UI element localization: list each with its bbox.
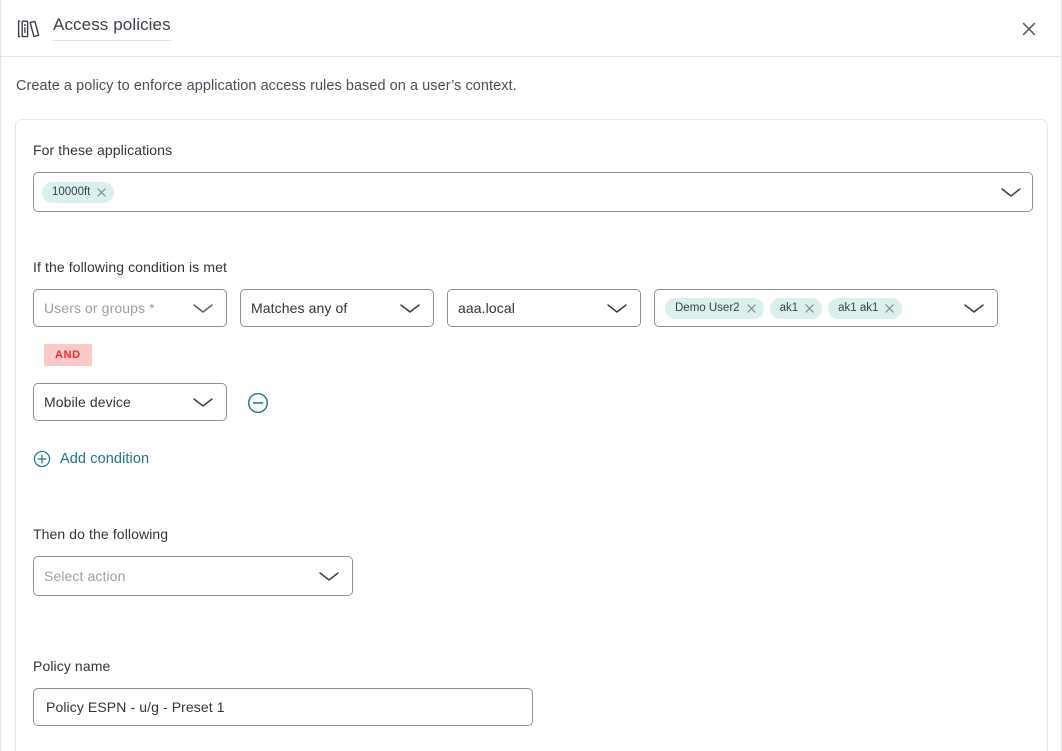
- chevron-down-icon[interactable]: [190, 395, 216, 409]
- condition-conjunction-badge: AND: [44, 344, 92, 366]
- panel-header: Access policies: [1, 0, 1061, 57]
- condition-source-select[interactable]: aaa.local: [447, 289, 641, 327]
- condition-row-1: Users or groups * Matches any of aaa.loc…: [33, 289, 1030, 327]
- plus-circle-icon: [33, 450, 51, 468]
- policy-name-label: Policy name: [33, 658, 1030, 674]
- condition-operator-value: Matches any of: [251, 300, 389, 316]
- chip-user: Demo User2: [665, 298, 764, 319]
- condition-source-value: aaa.local: [458, 300, 596, 316]
- books-icon: [16, 16, 42, 42]
- chip-label: ak1: [780, 302, 799, 314]
- chip-label: Demo User2: [675, 302, 740, 314]
- chevron-down-icon[interactable]: [397, 301, 423, 315]
- action-select[interactable]: Select action: [33, 556, 353, 596]
- action-value: Select action: [44, 568, 308, 584]
- add-condition-button[interactable]: Add condition: [33, 450, 149, 468]
- action-label: Then do the following: [33, 526, 1030, 542]
- chip-application: 10000ft: [42, 182, 114, 203]
- chip-user: ak1: [770, 298, 823, 319]
- chip-remove-icon[interactable]: [747, 304, 756, 313]
- add-condition-label: Add condition: [60, 451, 149, 467]
- chevron-down-icon[interactable]: [316, 569, 342, 583]
- policy-form-card: For these applications 10000ft If the fo…: [15, 119, 1048, 751]
- chip-remove-icon[interactable]: [97, 188, 106, 197]
- chip-remove-icon[interactable]: [885, 304, 894, 313]
- chip-label: ak1 ak1: [838, 302, 878, 314]
- chevron-down-icon[interactable]: [961, 301, 987, 315]
- applications-chip-list: 10000ft: [42, 182, 990, 203]
- page-title: Access policies: [53, 15, 171, 40]
- header-left: Access policies: [16, 15, 171, 42]
- minus-circle-icon[interactable]: [247, 392, 269, 414]
- panel-description: Create a policy to enforce application a…: [1, 57, 1061, 94]
- chevron-down-icon[interactable]: [190, 301, 216, 315]
- chip-label: 10000ft: [52, 186, 90, 198]
- access-policies-panel: Access policies Create a policy to enfor…: [0, 0, 1062, 751]
- condition-device-select[interactable]: Mobile device: [33, 383, 227, 421]
- condition-label: If the following condition is met: [33, 259, 1030, 275]
- chevron-down-icon[interactable]: [604, 301, 630, 315]
- chip-remove-icon[interactable]: [805, 304, 814, 313]
- chip-user: ak1 ak1: [828, 298, 902, 319]
- condition-subject-select[interactable]: Users or groups *: [33, 289, 227, 327]
- close-icon[interactable]: [1018, 18, 1040, 40]
- condition-device-value: Mobile device: [44, 394, 182, 410]
- applications-select[interactable]: 10000ft: [33, 172, 1033, 212]
- applications-label: For these applications: [33, 142, 1030, 158]
- chevron-down-icon[interactable]: [998, 185, 1024, 199]
- condition-values-chip-list: Demo User2 ak1 ak1 ak1: [665, 298, 953, 319]
- condition-subject-value: Users or groups *: [44, 300, 182, 316]
- condition-operator-select[interactable]: Matches any of: [240, 289, 434, 327]
- policy-name-input[interactable]: [33, 688, 533, 726]
- condition-values-select[interactable]: Demo User2 ak1 ak1 ak1: [654, 289, 998, 327]
- condition-row-2: Mobile device: [33, 383, 1030, 421]
